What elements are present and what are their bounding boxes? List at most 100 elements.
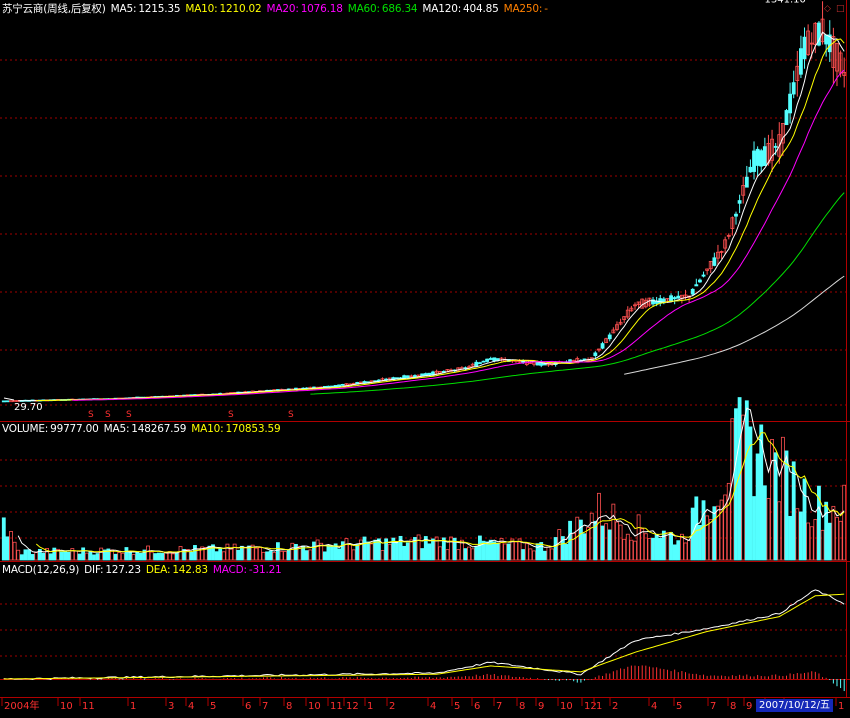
volume-bar	[586, 527, 591, 561]
volume-bar	[503, 543, 508, 561]
volume-bar	[546, 546, 551, 561]
volume-bar	[189, 551, 194, 561]
volume-bar	[12, 541, 17, 561]
volume-bar	[19, 554, 24, 561]
time-axis-label: 12	[346, 701, 359, 712]
time-axis-label: 10	[560, 701, 573, 712]
volume-bar	[795, 508, 800, 561]
volume-bar	[52, 547, 57, 561]
volume-bar	[589, 512, 594, 561]
ma60-line	[310, 192, 845, 395]
volume-label: VOLUME:	[2, 423, 49, 435]
volume-bar	[113, 553, 118, 561]
volume-bar	[41, 552, 46, 561]
volume-bar	[193, 545, 197, 561]
volume-bar	[575, 516, 580, 561]
volume-bar	[380, 550, 385, 561]
time-axis-label: 9	[538, 701, 544, 712]
ma120-label: MA120:	[422, 3, 462, 15]
volume-bar	[124, 547, 129, 561]
volume-bar	[337, 548, 342, 561]
volume-bar	[84, 552, 89, 561]
volume-bar	[308, 549, 313, 561]
time-axis-label: 7	[496, 701, 502, 712]
volume-bar	[286, 549, 291, 561]
volume-bar	[521, 549, 526, 561]
candle-body	[669, 295, 673, 302]
volume-bar	[524, 543, 529, 561]
volume-bar	[766, 498, 771, 561]
volume-bar	[449, 536, 453, 561]
volume-bar	[59, 551, 64, 561]
macd-legend: MACD(12,26,9) DIF: 127.23 DEA: 142.83 MACD: -3…	[2, 563, 287, 577]
volume-bar	[221, 551, 226, 561]
volume-bar	[831, 505, 836, 561]
ma20-value: 1076.18	[300, 3, 343, 15]
volume-bar	[1, 517, 6, 561]
time-axis-label: 4	[651, 701, 657, 712]
volume-bar	[117, 552, 122, 561]
volume-bar	[23, 549, 28, 561]
volume-bar	[74, 550, 78, 561]
volume-bar	[48, 553, 53, 561]
volume-bar	[629, 539, 634, 561]
maximize-icon[interactable]: □	[836, 4, 845, 14]
time-axis-label: 11	[330, 701, 343, 712]
volume-bar	[791, 461, 796, 561]
high-price-label: 1341.10	[765, 0, 806, 5]
dea-label: DEA:	[145, 564, 171, 576]
candle-body	[752, 150, 756, 172]
time-axis-label: 6	[474, 701, 480, 712]
volume-bar	[279, 550, 284, 561]
volume-bar	[92, 554, 96, 561]
ma250-value: -	[544, 3, 548, 15]
volume-bar	[77, 553, 82, 561]
volume-bar	[582, 533, 587, 561]
volume-bar	[146, 545, 150, 561]
dea-line	[3, 593, 845, 680]
volume-bar	[178, 546, 183, 561]
volume-bar	[669, 532, 673, 561]
macd-value: -31.21	[248, 564, 282, 576]
volume-bar	[564, 543, 569, 561]
volume-bar	[658, 537, 663, 561]
volume-bar	[456, 549, 461, 561]
volume-bar	[730, 418, 735, 561]
ma20-label: MA20:	[266, 3, 299, 15]
volume-bar	[708, 519, 713, 561]
volume-bar	[30, 554, 35, 561]
ma60-label: MA60:	[347, 3, 380, 15]
volume-bar	[81, 547, 86, 561]
dif-value: 127.23	[105, 564, 141, 576]
time-axis-label: 2004年	[4, 699, 39, 712]
volume-ma5-label: MA5:	[103, 423, 130, 435]
volume-bar	[654, 534, 659, 561]
volume-bar	[640, 528, 645, 561]
ma120-line	[624, 275, 845, 375]
candle-body	[755, 148, 760, 166]
time-axis-label: 5	[210, 701, 216, 712]
volume-bar	[164, 552, 169, 561]
volume-bar	[615, 521, 619, 561]
candle-body	[340, 383, 345, 386]
volume-bar	[5, 536, 10, 561]
candle-body	[1, 400, 6, 403]
restore-icon[interactable]: ◇	[824, 4, 831, 14]
time-axis-label: 5	[676, 701, 682, 712]
time-axis-label: 3	[168, 701, 174, 712]
volume-bar	[665, 532, 670, 561]
event-marker: S	[126, 410, 132, 420]
volume-bar	[261, 551, 266, 561]
volume-bar	[131, 554, 136, 561]
candle-body	[477, 362, 482, 365]
stock-chart[interactable]: 1341.1029.70SSSSS2004年101113456781011121…	[0, 0, 850, 718]
volume-bar	[160, 553, 165, 561]
time-axis-label: 2	[389, 701, 395, 712]
candle-body	[791, 82, 796, 95]
volume-bar	[539, 542, 544, 561]
volume-bar	[571, 532, 576, 561]
volume-bar	[474, 546, 479, 561]
volume-bar	[600, 525, 605, 561]
volume-bar	[752, 496, 756, 561]
volume-bar	[66, 551, 71, 561]
